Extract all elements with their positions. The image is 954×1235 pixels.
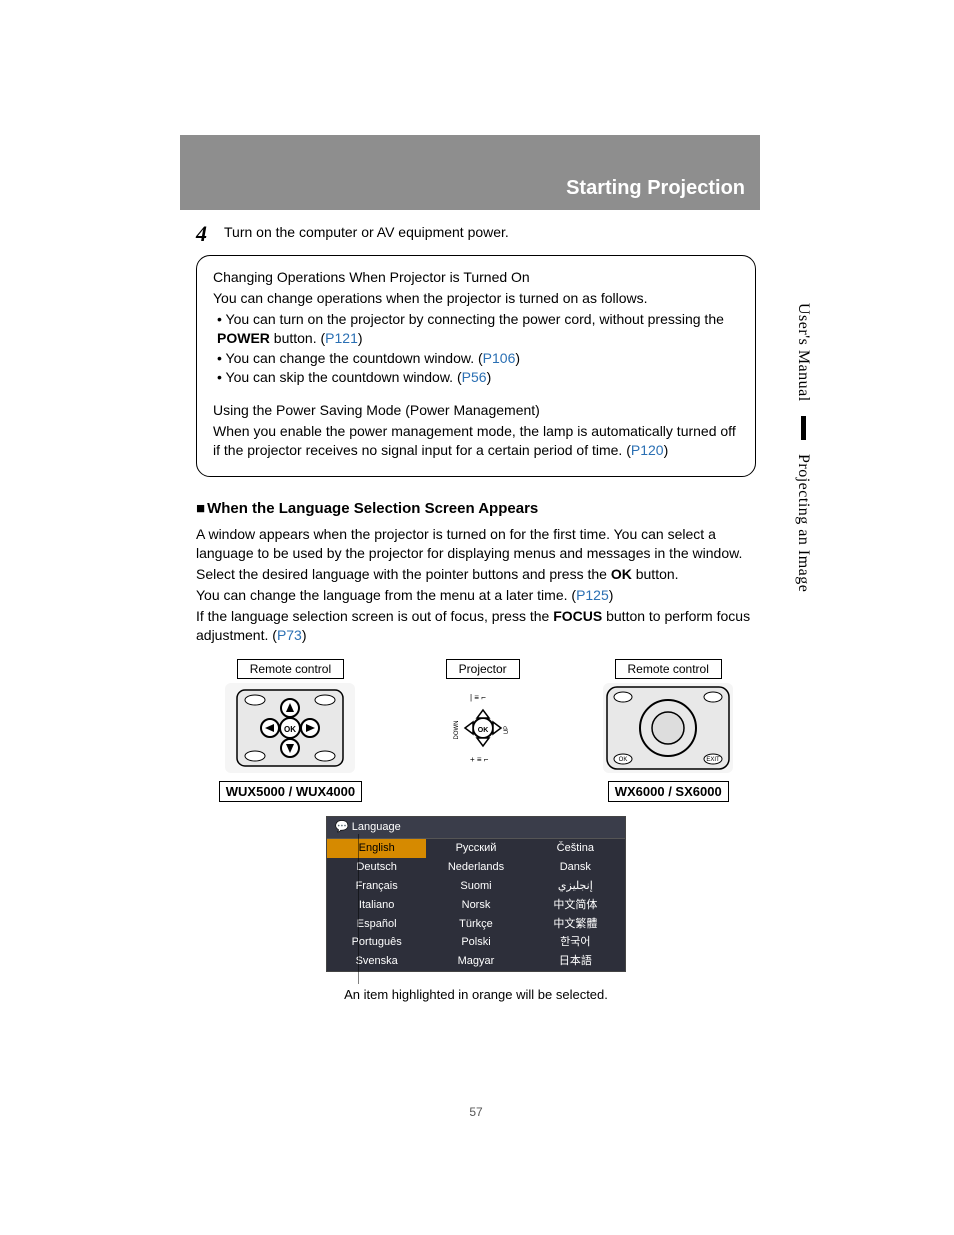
- remote-diagram-b: OK EXIT: [603, 683, 733, 773]
- svg-text:EXIT: EXIT: [707, 757, 721, 763]
- language-menu-title: Language: [352, 821, 401, 833]
- language-menu: 💬 Language ▶ English Русский Čeština Deut…: [326, 816, 626, 972]
- lang-item[interactable]: Magyar: [426, 952, 525, 971]
- svg-text:OK: OK: [619, 757, 628, 763]
- lang-item[interactable]: Svenska: [327, 952, 426, 971]
- controls-row: Remote control OK: [196, 659, 756, 803]
- bullet-1: You can turn on the projector by connect…: [217, 310, 739, 348]
- power-label: POWER: [217, 330, 270, 346]
- language-menu-wrapper: 💬 Language ▶ English Русский Čeština Deut…: [196, 816, 756, 972]
- svg-text:DOWN: DOWN: [454, 720, 460, 739]
- step-number: 4: [196, 223, 214, 245]
- p2-a: Select the desired language with the poi…: [196, 566, 611, 582]
- step-row: 4 Turn on the computer or AV equipment p…: [196, 223, 756, 245]
- svg-text:UP: UP: [504, 726, 510, 734]
- projector-diagram: OK DOWN UP | ≡ ⌐ + ≡ ⌐: [418, 683, 548, 773]
- lang-item[interactable]: Norsk: [426, 896, 525, 915]
- control-projector: Projector OK DOWN UP | ≡ ⌐ + ≡ ⌐: [418, 659, 548, 803]
- speech-icon: 💬: [335, 821, 352, 833]
- lang-item[interactable]: إنجليزي: [526, 877, 625, 896]
- bullet-1-tail: button. (: [270, 330, 325, 346]
- step-text: Turn on the computer or AV equipment pow…: [224, 223, 509, 242]
- bullet-2: You can change the countdown window. (P1…: [217, 349, 739, 368]
- language-grid: ▶ English Русский Čeština Deutsch Nederla…: [327, 839, 625, 971]
- model-b: WX6000 / SX6000: [608, 781, 729, 803]
- header-bar: Starting Projection: [180, 135, 760, 210]
- lang-item[interactable]: Русский: [426, 839, 525, 858]
- link-p120[interactable]: P120: [631, 442, 664, 458]
- page-content: 4 Turn on the computer or AV equipment p…: [196, 223, 756, 1080]
- side-label-manual: User's Manual: [792, 303, 814, 402]
- section-p1: A window appears when the projector is t…: [196, 525, 756, 563]
- lang-item[interactable]: Suomi: [426, 877, 525, 896]
- side-label-projecting: Projecting an Image: [792, 454, 814, 592]
- language-menu-header: 💬 Language: [327, 817, 625, 839]
- selection-arrow-icon: ▶: [331, 842, 339, 856]
- projector-label: Projector: [446, 659, 520, 679]
- svg-text:| ≡ ⌐: | ≡ ⌐: [470, 693, 486, 702]
- link-p56[interactable]: P56: [462, 369, 487, 385]
- lang-item[interactable]: Italiano: [327, 896, 426, 915]
- box-body-2: When you enable the power management mod…: [213, 422, 739, 460]
- bullet-1-close: ): [358, 330, 363, 346]
- lang-item[interactable]: Türkçe: [426, 915, 525, 934]
- bullet-3: You can skip the countdown window. (P56): [217, 368, 739, 387]
- box-body-2-close: ): [664, 442, 669, 458]
- box-bullets: You can turn on the projector by connect…: [213, 310, 739, 388]
- link-p73[interactable]: P73: [277, 627, 302, 643]
- control-remote-b: Remote control OK EXIT WX6000 / SX6000: [603, 659, 733, 803]
- focus-label: FOCUS: [553, 608, 602, 624]
- lang-item[interactable]: Dansk: [526, 858, 625, 877]
- p3-close: ): [609, 587, 614, 603]
- language-caption: An item highlighted in orange will be se…: [196, 986, 756, 1004]
- p4-close: ): [302, 627, 307, 643]
- box-title-1: Changing Operations When Projector is Tu…: [213, 268, 739, 287]
- remote-label-b: Remote control: [615, 659, 722, 679]
- lang-item[interactable]: Français: [327, 877, 426, 896]
- side-tabs: User's Manual Projecting an Image: [792, 303, 814, 592]
- link-p121[interactable]: P121: [325, 330, 358, 346]
- bullet-2-text: You can change the countdown window. (: [226, 350, 483, 366]
- svg-text:+ ≡ ⌐: + ≡ ⌐: [470, 755, 489, 764]
- link-p106[interactable]: P106: [483, 350, 516, 366]
- lang-item[interactable]: Nederlands: [426, 858, 525, 877]
- lang-item[interactable]: 日本語: [526, 952, 625, 971]
- page-number: 57: [196, 1104, 756, 1120]
- remote-label-a: Remote control: [237, 659, 344, 679]
- link-p125[interactable]: P125: [576, 587, 609, 603]
- box-title-2: Using the Power Saving Mode (Power Manag…: [213, 401, 739, 420]
- lang-item[interactable]: Čeština: [526, 839, 625, 858]
- svg-text:OK: OK: [284, 725, 296, 734]
- lang-item-english[interactable]: ▶ English: [327, 839, 426, 858]
- lang-item[interactable]: 한국어: [526, 933, 625, 952]
- p2-b: button.: [632, 566, 679, 582]
- bullet-3-close: ): [487, 369, 492, 385]
- lang-item[interactable]: Español: [327, 915, 426, 934]
- section-p4: If the language selection screen is out …: [196, 607, 756, 645]
- model-a: WUX5000 / WUX4000: [219, 781, 362, 803]
- section-p2: Select the desired language with the poi…: [196, 565, 756, 584]
- p4-a: If the language selection screen is out …: [196, 608, 553, 624]
- section-heading: When the Language Selection Screen Appea…: [196, 499, 756, 519]
- ok-label: OK: [611, 566, 632, 582]
- svg-text:OK: OK: [477, 727, 488, 734]
- control-remote-a: Remote control OK: [219, 659, 362, 803]
- p3-a: You can change the language from the men…: [196, 587, 576, 603]
- bullet-3-text: You can skip the countdown window. (: [226, 369, 462, 385]
- bullet-2-close: ): [515, 350, 520, 366]
- lang-label: English: [359, 842, 395, 854]
- lang-item[interactable]: 中文简体: [526, 896, 625, 915]
- remote-diagram-a: OK: [225, 683, 355, 773]
- bullet-1-text: You can turn on the projector by connect…: [226, 311, 724, 327]
- box-intro-1: You can change operations when the proje…: [213, 289, 739, 308]
- lang-item[interactable]: 中文繁體: [526, 915, 625, 934]
- lang-item[interactable]: Português: [327, 933, 426, 952]
- lang-item[interactable]: Polski: [426, 933, 525, 952]
- side-divider-icon: [801, 416, 806, 440]
- lang-item[interactable]: Deutsch: [327, 858, 426, 877]
- info-box: Changing Operations When Projector is Tu…: [196, 255, 756, 477]
- section-p3: You can change the language from the men…: [196, 586, 756, 605]
- page-header-title: Starting Projection: [566, 177, 745, 200]
